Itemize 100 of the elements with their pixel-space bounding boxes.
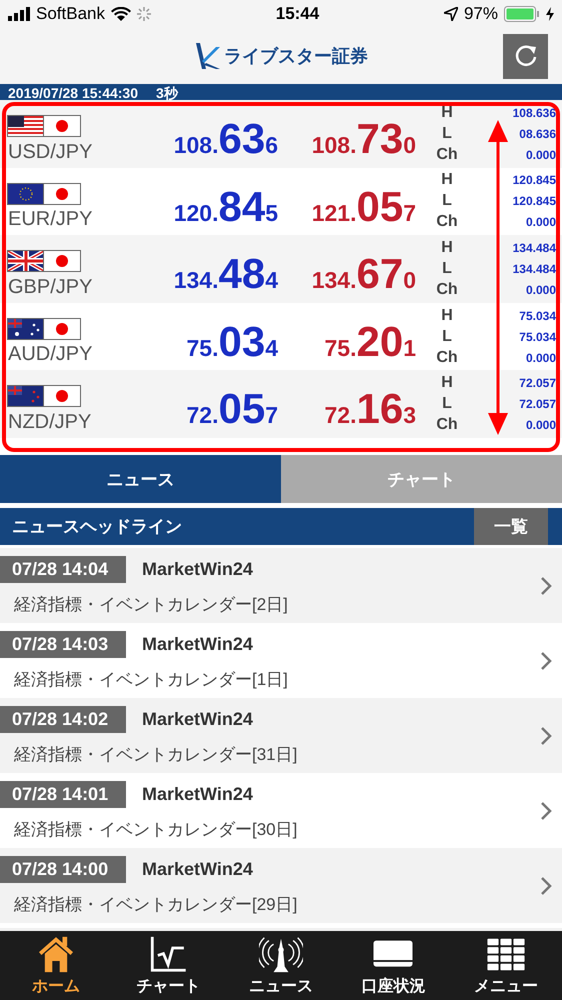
bid-price[interactable]: 108.636	[138, 100, 278, 168]
japan-flag-icon	[44, 116, 80, 136]
stat-value: 120.845	[512, 194, 556, 208]
news-headline: 経済指標・イベントカレンダー[31日]	[13, 744, 298, 766]
chevron-right-icon	[540, 726, 552, 746]
japan-flag-icon	[44, 251, 80, 272]
nav-tab[interactable]: ニュース	[224, 931, 338, 1000]
clock-time: 15:44	[276, 4, 320, 24]
nav-tab[interactable]: 口座状況	[337, 931, 450, 1000]
news-time: 07/28 14:02	[0, 706, 126, 732]
bid-price[interactable]: 75.034	[138, 302, 278, 370]
news-headline: 経済指標・イベントカレンダー[29日]	[13, 894, 298, 916]
currency-pair: USD/JPY	[8, 140, 94, 164]
ask-price[interactable]: 72.163	[278, 370, 416, 438]
stat-value: 08.636	[519, 126, 556, 141]
section-title: ニュースヘッドライン	[12, 516, 182, 538]
currency-pair: GBP/JPY	[8, 276, 94, 299]
new-zealand-flag-icon	[8, 386, 44, 406]
currency-pair: AUD/JPY	[8, 343, 94, 366]
bid-price[interactable]: 120.845	[138, 168, 278, 236]
battery-percent: 97%	[464, 4, 498, 24]
signal-icon	[8, 7, 30, 21]
stat-value: 108.636	[512, 106, 556, 120]
stat-label: L	[441, 192, 453, 210]
chevron-right-icon	[540, 800, 552, 820]
stat-label: H	[440, 306, 454, 325]
battery-icon	[504, 6, 540, 22]
nav-tab[interactable]: メニュー	[450, 931, 562, 1000]
stat-value: 0.000	[526, 350, 556, 365]
currency-pair: EUR/JPY	[8, 208, 94, 232]
news-time: 07/28 14:03	[0, 630, 126, 658]
news-headline: 経済指標・イベントカレンダー[30日]	[13, 818, 298, 840]
news-source: MarketWin24	[142, 708, 253, 730]
list-button[interactable]: 一覧	[474, 508, 548, 545]
news-source: MarketWin24	[142, 634, 253, 654]
uk-flag-icon	[8, 251, 44, 272]
news-headline: 経済指標・イベントカレンダー[2日]	[13, 594, 289, 616]
brand-name: ライブスター証券	[224, 45, 368, 68]
tab[interactable]: ニュース	[0, 455, 281, 503]
stat-label: L	[441, 395, 453, 414]
stat-value: 0.000	[526, 215, 556, 230]
stat-value: 0.000	[526, 418, 556, 432]
stat-label: L	[441, 328, 453, 346]
stat-label: H	[440, 104, 454, 122]
ask-price[interactable]: 108.730	[278, 100, 416, 168]
stat-value: 72.057	[519, 376, 556, 390]
stat-value: 0.000	[526, 148, 556, 162]
stat-label: Ch	[435, 348, 459, 367]
chevron-right-icon	[540, 876, 552, 896]
logo-mark-icon	[194, 41, 222, 71]
news-time: 07/28 14:04	[0, 556, 126, 582]
nav-tab[interactable]: ホーム	[0, 931, 112, 1000]
news-time: 07/28 14:01	[0, 780, 126, 808]
chevron-right-icon	[540, 576, 552, 596]
stat-label: L	[441, 124, 453, 143]
news-item[interactable]: 07/28 14:02 MarketWin24 経済指標・イベントカレンダー[31日]	[0, 698, 562, 773]
stat-label: H	[440, 238, 454, 257]
stat-label: Ch	[435, 416, 459, 434]
stat-label: Ch	[435, 280, 459, 299]
japan-flag-icon	[44, 184, 80, 204]
ask-price[interactable]: 134.670	[278, 235, 416, 303]
news-source: MarketWin24	[142, 784, 253, 804]
stat-value: 72.057	[519, 397, 556, 412]
stat-value: 75.034	[519, 330, 556, 344]
news-source: MarketWin24	[142, 558, 253, 580]
stat-value: 75.034	[519, 308, 556, 323]
news-headline: 経済指標・イベントカレンダー[1日]	[13, 668, 289, 690]
news-item[interactable]: 07/28 14:00 MarketWin24 経済指標・イベントカレンダー[29日]	[0, 848, 562, 923]
stat-value: 120.845	[512, 173, 556, 188]
us-flag-icon	[8, 116, 44, 136]
stat-label: Ch	[435, 213, 459, 232]
stat-label: H	[440, 171, 454, 190]
stat-label: Ch	[435, 146, 459, 164]
carrier-name: SoftBank	[36, 4, 105, 24]
wifi-icon	[111, 7, 131, 21]
bid-price[interactable]: 72.057	[138, 370, 278, 438]
ask-price[interactable]: 75.201	[278, 302, 416, 370]
refresh-button[interactable]	[503, 34, 548, 79]
japan-flag-icon	[44, 386, 80, 406]
location-arrow-icon	[444, 7, 458, 21]
news-item[interactable]: 07/28 14:04 MarketWin24 経済指標・イベントカレンダー[2日]	[0, 548, 562, 623]
refresh-interval: 3秒	[156, 84, 178, 100]
ask-price[interactable]: 121.057	[278, 168, 416, 236]
stat-value: 134.484	[512, 240, 556, 255]
australia-flag-icon	[8, 318, 44, 339]
stat-label: L	[441, 260, 453, 278]
currency-pair: NZD/JPY	[8, 410, 92, 434]
stat-value: 134.484	[512, 262, 556, 276]
news-source: MarketWin24	[142, 858, 253, 880]
stat-label: H	[440, 374, 454, 392]
chevron-right-icon	[540, 650, 552, 670]
bid-price[interactable]: 134.484	[138, 235, 278, 303]
japan-flag-icon	[44, 318, 80, 339]
eu-flag-icon	[8, 184, 44, 204]
broadcast-tower-icon	[259, 935, 304, 974]
charging-bolt-icon	[546, 7, 554, 21]
nav-tab[interactable]: チャート	[112, 931, 225, 1000]
loading-spinner-icon	[137, 7, 151, 21]
news-time: 07/28 14:00	[0, 856, 126, 882]
update-timestamp: 2019/07/28 15:44:30	[8, 84, 138, 100]
